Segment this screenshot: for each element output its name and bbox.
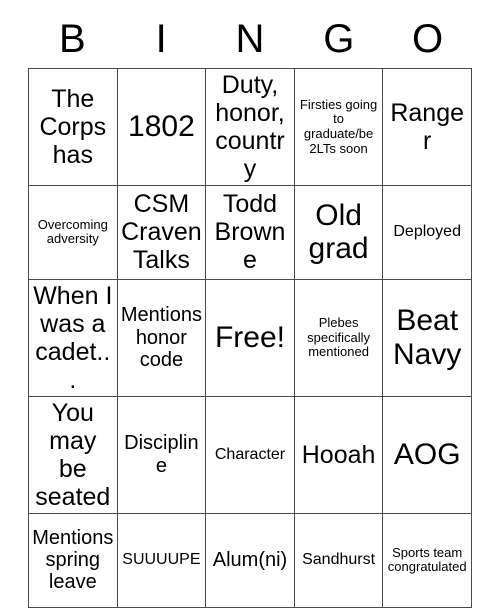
bingo-row: Mentions spring leave SUUUUPE Alum(ni) S… xyxy=(28,512,472,608)
bingo-header-row: B I N G O xyxy=(28,10,472,68)
bingo-cell[interactable]: Deployed xyxy=(382,185,472,280)
bingo-cell[interactable]: 1802 xyxy=(116,68,207,186)
bingo-cell[interactable]: Todd Browne xyxy=(205,185,295,280)
bingo-cell[interactable]: AOG xyxy=(382,395,472,514)
bingo-cell[interactable]: You may be seated xyxy=(28,395,118,514)
bingo-cell[interactable]: Old grad xyxy=(293,185,384,280)
bingo-header-letter-i: I xyxy=(155,17,167,61)
bingo-row: You may be seated Discipline Character H… xyxy=(28,395,472,514)
bingo-cell[interactable]: SUUUUPE xyxy=(116,512,207,608)
bingo-grid: The Corps has 1802 Duty, honor, country … xyxy=(28,68,472,608)
bingo-cell[interactable]: Mentions spring leave xyxy=(28,512,118,608)
bingo-card: B I N G O The Corps has 1802 Duty, honor… xyxy=(28,10,472,608)
bingo-row: Overcoming adversity CSM Craven Talks To… xyxy=(28,185,472,280)
bingo-cell[interactable]: Sandhurst xyxy=(293,512,384,608)
bingo-cell[interactable]: Duty, honor, country xyxy=(205,68,295,186)
bingo-cell[interactable]: Character xyxy=(205,395,295,514)
bingo-cell[interactable]: The Corps has xyxy=(28,68,118,186)
bingo-cell-free[interactable]: Free! xyxy=(205,278,295,397)
bingo-cell[interactable]: Firsties going to graduate/be 2LTs soon xyxy=(293,68,384,186)
bingo-row: When I was a cadet... Mentions honor cod… xyxy=(28,278,472,397)
bingo-cell[interactable]: Mentions honor code xyxy=(116,278,207,397)
bingo-cell[interactable]: Overcoming adversity xyxy=(28,185,118,280)
bingo-cell[interactable]: Discipline xyxy=(116,395,207,514)
bingo-cell[interactable]: Hooah xyxy=(293,395,384,514)
bingo-cell[interactable]: Plebes specifically mentioned xyxy=(293,278,384,397)
bingo-cell[interactable]: Alum(ni) xyxy=(205,512,295,608)
bingo-cell[interactable]: CSM Craven Talks xyxy=(116,185,207,280)
bingo-header-letter-b: B xyxy=(59,17,86,61)
bingo-cell[interactable]: When I was a cadet... xyxy=(28,278,118,397)
bingo-row: The Corps has 1802 Duty, honor, country … xyxy=(28,68,472,186)
bingo-cell[interactable]: Sports team congratulated xyxy=(382,512,472,608)
bingo-cell[interactable]: Beat Navy xyxy=(382,278,472,397)
bingo-cell[interactable]: Ranger xyxy=(382,68,472,186)
bingo-header-letter-o: O xyxy=(412,17,444,61)
bingo-header-letter-n: N xyxy=(235,17,265,61)
bingo-header-letter-g: G xyxy=(323,17,355,61)
